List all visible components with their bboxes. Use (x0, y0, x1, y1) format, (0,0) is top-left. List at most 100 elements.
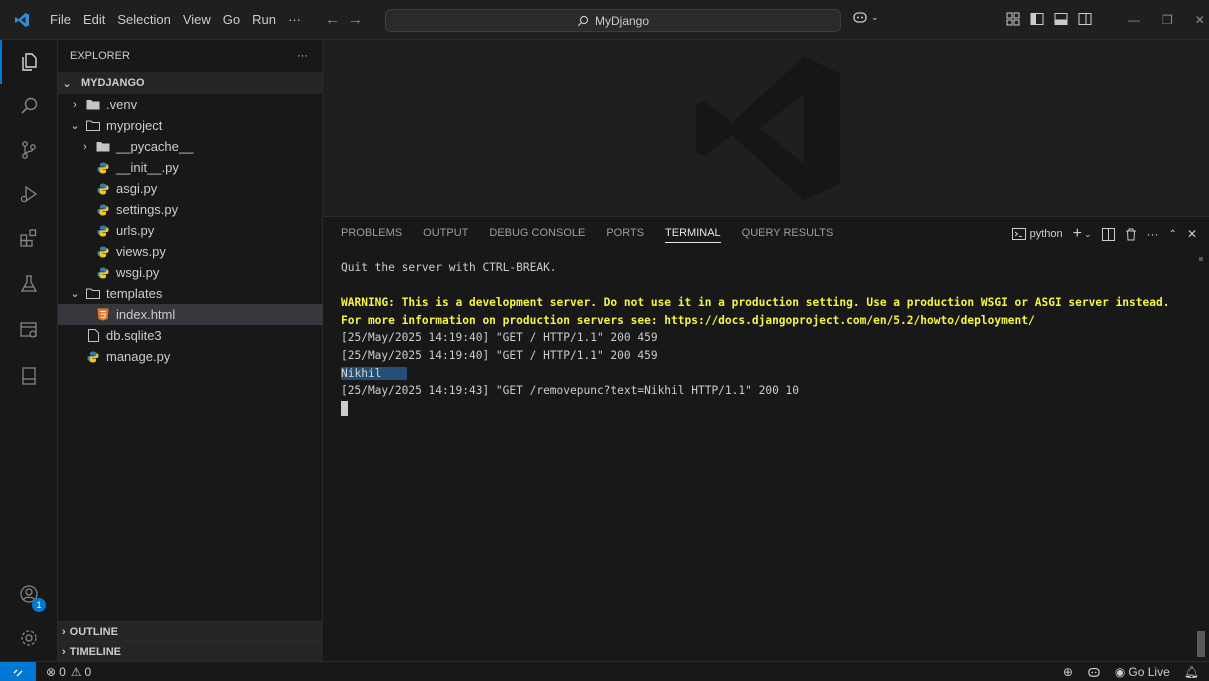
tree-folder[interactable]: › __pycache__ (58, 136, 323, 157)
forward-arrow-icon[interactable]: → (348, 11, 363, 28)
tree-folder[interactable]: ⌄ templates (58, 283, 323, 304)
terminal-scrollbar[interactable] (1197, 631, 1205, 657)
explorer-more-button[interactable]: ··· (297, 50, 308, 62)
toggle-secondary-sidebar-icon[interactable] (1078, 12, 1092, 26)
python-file-icon (85, 350, 101, 364)
chevron-down-icon: ⌄ (70, 120, 80, 132)
copilot-button[interactable]: ⌄ (852, 10, 879, 24)
tree-folder[interactable]: › .venv (58, 94, 323, 115)
explorer-title: EXPLORER (70, 50, 130, 62)
terminal-output[interactable]: Quit the server with CTRL-BREAK. WARNING:… (341, 259, 1169, 417)
tab-debug-console[interactable]: DEBUG CONSOLE (489, 227, 585, 243)
menu-run[interactable]: Run (246, 0, 282, 40)
menu-more[interactable]: ··· (282, 0, 307, 40)
workspace-root-label: MYDJANGO (81, 77, 145, 89)
customize-layout-icon[interactable] (1006, 12, 1020, 26)
warning-count: 0 (84, 664, 92, 679)
restore-icon[interactable]: ❐ (1162, 13, 1173, 27)
back-arrow-icon[interactable]: ← (325, 11, 340, 28)
split-terminal-icon[interactable] (1101, 227, 1115, 241)
tree-file[interactable]: db.sqlite3 (58, 325, 323, 346)
go-live-button[interactable]: ◉ Go Live (1115, 665, 1170, 679)
menu-file[interactable]: File (44, 0, 77, 40)
toggle-primary-sidebar-icon[interactable] (1030, 12, 1044, 26)
outline-section-header[interactable]: › OUTLINE (58, 621, 323, 641)
explorer-header: EXPLORER ··· (58, 40, 322, 72)
chevron-down-icon: ⌄ (70, 288, 80, 300)
tree-file[interactable]: asgi.py (58, 178, 323, 199)
tab-query-results[interactable]: QUERY RESULTS (742, 227, 834, 243)
timeline-section-header[interactable]: › TIMELINE (58, 641, 323, 661)
tab-problems[interactable]: PROBLEMS (341, 227, 402, 243)
tree-folder[interactable]: ⌄ myproject (58, 115, 323, 136)
menu-go[interactable]: Go (217, 0, 246, 40)
tree-file[interactable]: wsgi.py (58, 262, 323, 283)
copilot-status-icon[interactable] (1087, 666, 1101, 678)
tab-ports[interactable]: PORTS (606, 227, 644, 243)
python-file-icon (95, 266, 111, 280)
chevron-down-icon[interactable]: ⌄ (1084, 229, 1092, 240)
html-file-icon (95, 308, 111, 322)
close-window-icon[interactable]: ✕ (1195, 13, 1205, 27)
tree-file[interactable]: settings.py (58, 199, 323, 220)
tab-output[interactable]: OUTPUT (423, 227, 468, 243)
zoom-icon[interactable]: ⊕ (1063, 665, 1073, 679)
editor-area[interactable] (323, 40, 1209, 216)
toggle-panel-icon[interactable] (1054, 12, 1068, 26)
go-live-label: Go Live (1128, 665, 1170, 679)
minimize-icon[interactable]: — (1128, 13, 1140, 27)
terminal-cursor (341, 401, 348, 417)
bell-icon[interactable]: 🔔︎ (1184, 665, 1199, 679)
run-debug-icon[interactable] (0, 172, 58, 216)
problems-indicator[interactable]: ⊗ 0 ⚠ 0 (46, 665, 91, 679)
terminal-log-line: [25/May/2025 14:19:40] "GET / HTTP/1.1" … (341, 348, 658, 362)
terminal-selector[interactable]: python (1011, 228, 1063, 240)
tree-item-label: index.html (116, 307, 176, 322)
settings-gear-icon[interactable] (0, 616, 58, 660)
tree-file[interactable]: manage.py (58, 346, 323, 367)
command-center-search[interactable]: MyDjango (385, 9, 841, 32)
more-actions-icon[interactable]: ··· (1147, 227, 1159, 241)
tree-file[interactable]: urls.py (58, 220, 323, 241)
remote-indicator-icon[interactable] (0, 661, 36, 681)
python-file-icon (95, 182, 111, 196)
tree-file[interactable]: views.py (58, 241, 323, 262)
menu-view[interactable]: View (177, 0, 217, 40)
tab-terminal[interactable]: TERMINAL (665, 227, 721, 243)
chevron-down-icon: ⌄ (62, 77, 72, 90)
tree-item-label: __pycache__ (116, 139, 194, 154)
tree-item-label: templates (106, 286, 163, 301)
trash-icon[interactable] (1125, 228, 1137, 241)
accounts-badge: 1 (32, 598, 46, 612)
extensions-icon[interactable] (0, 216, 58, 260)
explorer-icon[interactable] (0, 40, 58, 84)
search-icon (577, 15, 589, 26)
panel-actions: python + ⌄ ··· ⌃ ✕ (1011, 225, 1197, 243)
error-icon: ⊗ (46, 664, 57, 679)
new-terminal-icon[interactable]: + (1073, 225, 1082, 243)
tree-file[interactable]: __init__.py (58, 157, 323, 178)
tree-item-label: views.py (116, 244, 166, 259)
workspace-root-header[interactable]: ⌄ MYDJANGO (58, 72, 322, 94)
chevron-right-icon: › (73, 98, 77, 111)
folder-icon (85, 98, 101, 112)
close-panel-icon[interactable]: ✕ (1187, 227, 1197, 241)
menu-edit[interactable]: Edit (77, 0, 111, 40)
source-control-icon[interactable] (0, 128, 58, 172)
search-view-icon[interactable] (0, 84, 58, 128)
copilot-icon (853, 12, 867, 23)
vscode-watermark-icon (695, 56, 841, 201)
explorer-sidebar: EXPLORER ··· ⌄ MYDJANGO › .venv ⌄ myproject… (58, 40, 323, 661)
remote-explorer-icon[interactable] (0, 308, 58, 352)
tree-item-label: myproject (106, 118, 163, 133)
chevron-right-icon: › (83, 140, 87, 153)
terminal-warning-line: For more information on production serve… (341, 313, 1035, 327)
testing-flask-icon[interactable] (0, 262, 58, 306)
accounts-icon[interactable]: 1 (0, 572, 58, 616)
tree-item-label: settings.py (116, 202, 179, 217)
menu-selection[interactable]: Selection (111, 0, 176, 40)
maximize-panel-icon[interactable]: ⌃ (1169, 229, 1177, 240)
terminal-selected-text: Nikhil (341, 366, 408, 380)
tree-file[interactable]: index.html (58, 304, 323, 325)
database-panel-icon[interactable] (0, 354, 58, 398)
